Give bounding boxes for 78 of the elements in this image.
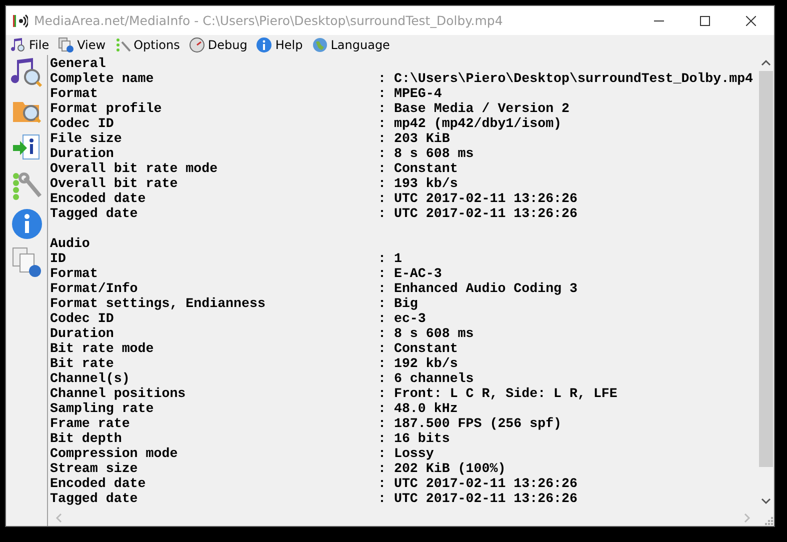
- field-label: Duration: [50, 146, 115, 161]
- field-label: Format/Info: [50, 281, 139, 296]
- field-label: Overall bit rate: [50, 176, 179, 191]
- field-value: : E-AC-3: [378, 266, 442, 281]
- field-value: : Big: [378, 296, 418, 311]
- music-search-icon[interactable]: [10, 56, 42, 88]
- field-label: Compression mode: [50, 446, 179, 461]
- field-label: Tagged date: [50, 206, 139, 221]
- field-label: Codec ID: [50, 311, 115, 326]
- close-icon: [746, 16, 756, 26]
- info-icon[interactable]: [10, 208, 42, 240]
- info-icon[interactable]: [256, 37, 272, 53]
- field-label: Format: [50, 86, 99, 101]
- field-value: : UTC 2017-02-11 13:26:26: [378, 191, 578, 206]
- field-value: : 8 s 608 ms: [378, 326, 474, 341]
- field-value: : UTC 2017-02-11 13:26:26: [378, 476, 578, 491]
- section-heading: General: [50, 56, 107, 71]
- field-value: : 16 bits: [378, 431, 450, 446]
- field-label: Tagged date: [50, 491, 139, 506]
- field-label: Format: [50, 266, 99, 281]
- field-value: : 8 s 608 ms: [378, 146, 474, 161]
- music-search-icon[interactable]: [10, 37, 26, 53]
- menu-item[interactable]: File: [10, 37, 50, 53]
- field-label: Channel(s): [50, 371, 131, 386]
- field-value: : mp42 (mp42/dby1/isom): [378, 116, 562, 131]
- field-label: Encoded date: [50, 191, 147, 206]
- field-label: Overall bit rate mode: [50, 161, 219, 176]
- window-title: MediaArea.net/MediaInfo - C:\Users\Piero\Desktop\surroundTest_Dolby.mp4: [34, 13, 504, 28]
- field-label: Channel positions: [50, 386, 187, 401]
- field-label: Format settings, Endianness: [50, 296, 266, 311]
- field-value: : ec-3: [378, 311, 426, 326]
- field-label: Sampling rate: [50, 401, 155, 416]
- field-value: : 202 KiB (100%): [378, 461, 506, 476]
- field-label: Complete name: [50, 71, 155, 86]
- field-value: : Lossy: [378, 446, 434, 461]
- field-value: : Front: L C R, Side: L R, LFE: [378, 386, 618, 401]
- field-label: File size: [50, 131, 123, 146]
- field-value: : Base Media / Version 2: [378, 101, 570, 116]
- field-value: : 187.500 FPS (256 spf): [378, 416, 562, 431]
- field-label: Duration: [50, 326, 115, 341]
- field-value: : UTC 2017-02-11 13:26:26: [378, 206, 578, 221]
- field-label: Codec ID: [50, 116, 115, 131]
- gauge-icon[interactable]: [188, 37, 205, 53]
- field-label: Encoded date: [50, 476, 147, 491]
- resize-grip-icon[interactable]: [764, 516, 774, 526]
- maximize-icon: [700, 16, 710, 26]
- field-value: : 1: [378, 251, 402, 266]
- field-value: : 192 kb/s: [378, 356, 458, 371]
- field-value: : Constant: [378, 161, 458, 176]
- field-value: : 6 channels: [378, 371, 474, 386]
- field-label: Frame rate: [50, 416, 131, 431]
- field-label: ID: [50, 251, 67, 266]
- documents-icon[interactable]: [58, 37, 74, 53]
- field-label: Bit rate: [50, 356, 115, 371]
- field-value: : 193 kb/s: [378, 176, 458, 191]
- field-label: Format profile: [50, 101, 163, 116]
- field-value: : MPEG-4: [378, 86, 442, 101]
- field-value: : Enhanced Audio Coding 3: [378, 281, 578, 296]
- field-label: Bit rate mode: [50, 341, 155, 356]
- app-logo-icon: [12, 12, 28, 28]
- scroll-thumb[interactable]: [759, 71, 773, 467]
- field-label: Stream size: [50, 461, 139, 476]
- menu-item[interactable]: Help: [256, 37, 303, 53]
- section-heading: Audio: [50, 236, 91, 251]
- field-value: : Constant: [378, 341, 458, 356]
- list-wrench-icon[interactable]: [114, 37, 131, 53]
- field-value: : 48.0 kHz: [378, 401, 458, 416]
- preferences-icon[interactable]: [10, 170, 42, 202]
- sheet-view-icon[interactable]: [10, 246, 42, 278]
- globe-icon[interactable]: [312, 37, 328, 53]
- menu-item[interactable]: Debug: [188, 37, 248, 53]
- field-value: : C:\Users\Piero\Desktop\surroundTest_Dolby.mp4: [378, 71, 754, 86]
- menu-item[interactable]: Options: [114, 37, 180, 53]
- menu-item[interactable]: Language: [312, 37, 390, 53]
- field-label: Bit depth: [50, 431, 123, 446]
- menu-item[interactable]: View: [58, 37, 106, 53]
- field-value: : 203 KiB: [378, 131, 450, 146]
- field-value: : UTC 2017-02-11 13:26:26: [378, 491, 578, 506]
